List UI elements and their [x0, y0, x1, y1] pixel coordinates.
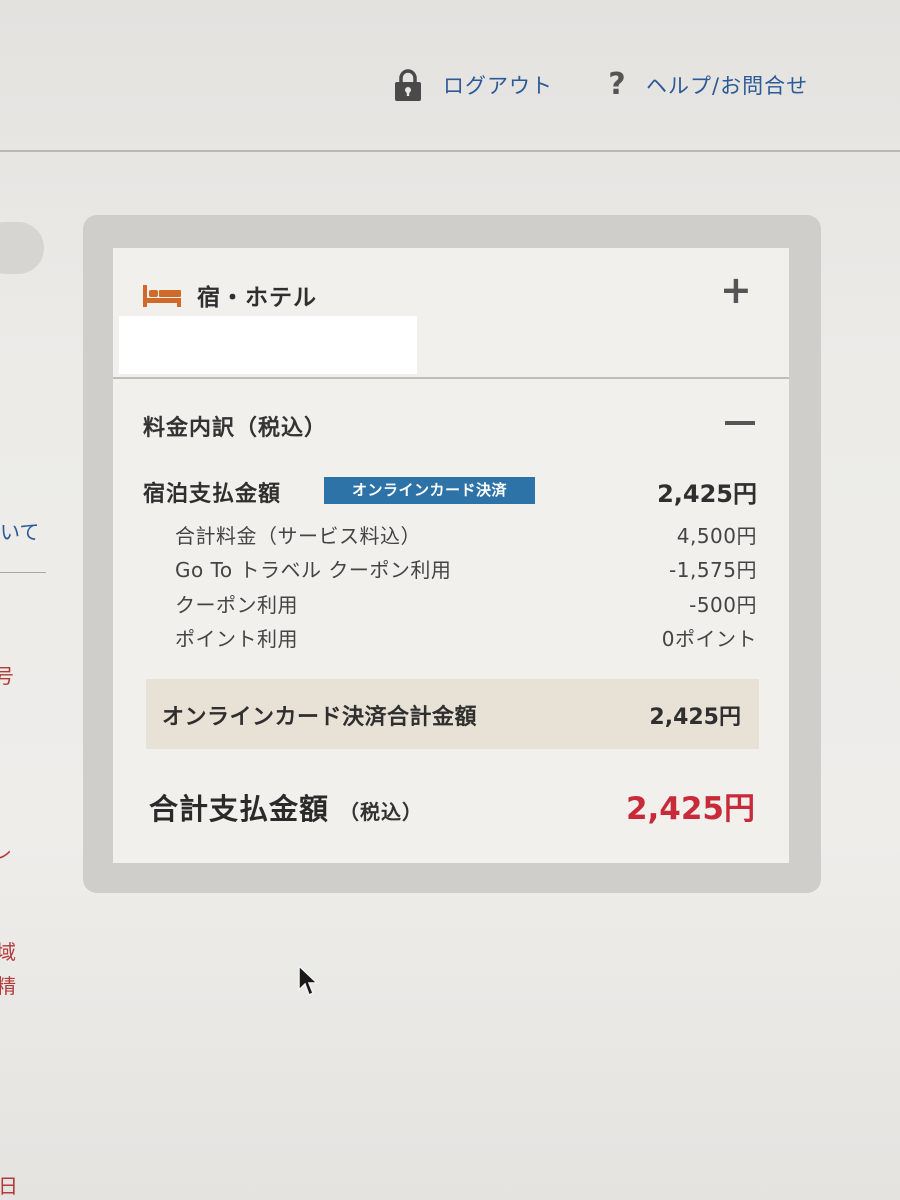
- left-link-fragment[interactable]: いて: [0, 520, 39, 544]
- fee-detail-label: クーポン利用: [175, 593, 298, 617]
- fee-detail-row: 合計料金（サービス料込） 4,500円: [175, 520, 757, 549]
- left-text-fragment: 精: [0, 974, 16, 998]
- left-text-fragment: 域: [0, 940, 16, 964]
- grand-total-tax-note: （税込）: [339, 800, 424, 824]
- reservation-summary-panel: 宿・ホテル + 料金内訳（税込） 宿泊支払金額 オンラインカード決済 2,425…: [113, 248, 789, 863]
- left-divider: [0, 572, 46, 573]
- bed-icon: [143, 285, 181, 307]
- fee-detail-row: Go To トラベル クーポン利用 -1,575円: [175, 554, 757, 583]
- browser-screen: ログアウト ? ヘルプ/お問合せ いて 号 レ 域 精 日 宿・ホテル + 料金…: [0, 0, 900, 1200]
- fee-detail-value: 0ポイント: [661, 627, 757, 651]
- fee-detail-label: ポイント利用: [175, 627, 298, 651]
- hotel-section: 宿・ホテル +: [113, 248, 789, 377]
- grand-total-value: 2,425円: [625, 791, 755, 827]
- left-text-fragment: 日: [0, 1174, 18, 1198]
- fee-breakdown-title: 料金内訳（税込）: [143, 416, 328, 441]
- logout-label: ログアウト: [443, 74, 553, 98]
- grand-total-label: 合計支払金額: [149, 792, 330, 826]
- help-link[interactable]: ? ヘルプ/お問合せ: [604, 68, 808, 102]
- expand-hotel-button[interactable]: +: [720, 270, 752, 310]
- fee-detail-row: ポイント利用 0ポイント: [175, 623, 757, 652]
- left-text-fragment: 号: [0, 664, 14, 688]
- section-divider: [113, 377, 789, 379]
- hotel-name-redacted: [119, 316, 417, 374]
- fee-detail-row: クーポン利用 -500円: [175, 589, 757, 618]
- grand-total-label-group: 合計支払金額 （税込）: [149, 786, 423, 828]
- help-label: ヘルプ/お問合せ: [646, 74, 809, 98]
- mouse-cursor-icon: [298, 964, 319, 997]
- payment-method-badge: オンラインカード決済: [324, 477, 535, 504]
- collapse-fees-button[interactable]: [725, 421, 755, 425]
- lock-icon: [395, 69, 421, 101]
- fee-detail-value: -1,575円: [669, 558, 757, 582]
- card-payment-total-value: 2,425円: [649, 705, 741, 730]
- logout-link[interactable]: ログアウト: [393, 68, 553, 102]
- fee-detail-value: -500円: [689, 593, 757, 617]
- card-payment-total-label: オンラインカード決済合計金額: [162, 705, 478, 730]
- hotel-section-title: 宿・ホテル: [197, 285, 317, 311]
- stay-payment-label: 宿泊支払金額: [143, 482, 282, 507]
- site-header: ログアウト ? ヘルプ/お問合せ: [0, 0, 900, 150]
- stay-payment-amount: 2,425円: [657, 480, 757, 508]
- header-divider: [0, 150, 900, 152]
- question-icon: ?: [608, 67, 626, 102]
- fee-detail-label: Go To トラベル クーポン利用: [175, 558, 452, 582]
- left-text-fragment: レ: [0, 840, 12, 864]
- fee-detail-label: 合計料金（サービス料込）: [175, 524, 421, 548]
- fee-detail-value: 4,500円: [676, 524, 757, 548]
- left-menu-button[interactable]: [0, 222, 44, 274]
- card-payment-total-box: オンラインカード決済合計金額 2,425円: [146, 679, 759, 749]
